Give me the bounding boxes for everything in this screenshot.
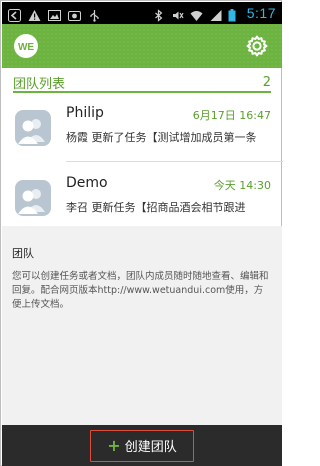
- signal-icon: [209, 7, 222, 21]
- team-update-time: 6月17日 16:47: [192, 109, 271, 122]
- team-list-header: 团队列表 2: [13, 73, 271, 93]
- create-team-label: 创建团队: [124, 440, 177, 455]
- plus-icon: +: [107, 435, 121, 455]
- mute-icon: [171, 7, 184, 20]
- battery-icon: [228, 7, 241, 21]
- team-row-demo[interactable]: Demo 今天 14:30 李召 更新任务【招商品酒会相节跟进: [13, 167, 271, 235]
- team-count: 2: [262, 74, 271, 90]
- wifi-icon: [190, 7, 203, 21]
- gear-icon[interactable]: [244, 33, 270, 59]
- image-icon: [48, 7, 61, 21]
- status-time: 5:17: [246, 5, 276, 21]
- team-last-message: 杨霞 更新了任务【测试增加成员第一条: [66, 131, 257, 144]
- team-avatar-icon: [15, 110, 51, 146]
- usb-icon: [88, 7, 101, 22]
- warning-icon: [28, 7, 41, 21]
- app-logo[interactable]: WE: [14, 34, 38, 58]
- logo-text: WE: [18, 42, 34, 53]
- create-team-button[interactable]: + 创建团队: [90, 429, 194, 462]
- camera-icon: [68, 7, 81, 21]
- row-divider: [66, 161, 283, 162]
- info-description: 您可以创建任务或者文档，团队内成员随时随地查看、编辑和回复。配合网页版本http…: [12, 271, 269, 310]
- team-info-panel: 团队 您可以创建任务或者文档，团队内成员随时随地查看、编辑和回复。配合网页版本h…: [2, 226, 282, 425]
- team-row-philip[interactable]: Philip 6月17日 16:47 杨霞 更新了任务【测试增加成员第一条: [13, 97, 271, 165]
- team-update-time: 今天 14:30: [213, 179, 271, 192]
- status-bar: 5:17: [2, 2, 282, 24]
- team-name: Demo: [66, 175, 108, 191]
- team-list-title: 团队列表: [13, 76, 66, 92]
- team-avatar-icon: [15, 180, 51, 216]
- info-title: 团队: [12, 247, 34, 260]
- team-name: Philip: [66, 105, 104, 121]
- app-screen: 5:17 WE 团队列表 2 Philip 6月17日 16:47 杨霞 更新了…: [0, 0, 283, 466]
- app-header: WE: [2, 24, 282, 68]
- bottom-bar: + 创建团队: [2, 425, 282, 466]
- bluetooth-icon: [152, 7, 165, 22]
- team-last-message: 李召 更新任务【招商品酒会相节跟进: [66, 201, 246, 214]
- back-icon: [8, 7, 21, 22]
